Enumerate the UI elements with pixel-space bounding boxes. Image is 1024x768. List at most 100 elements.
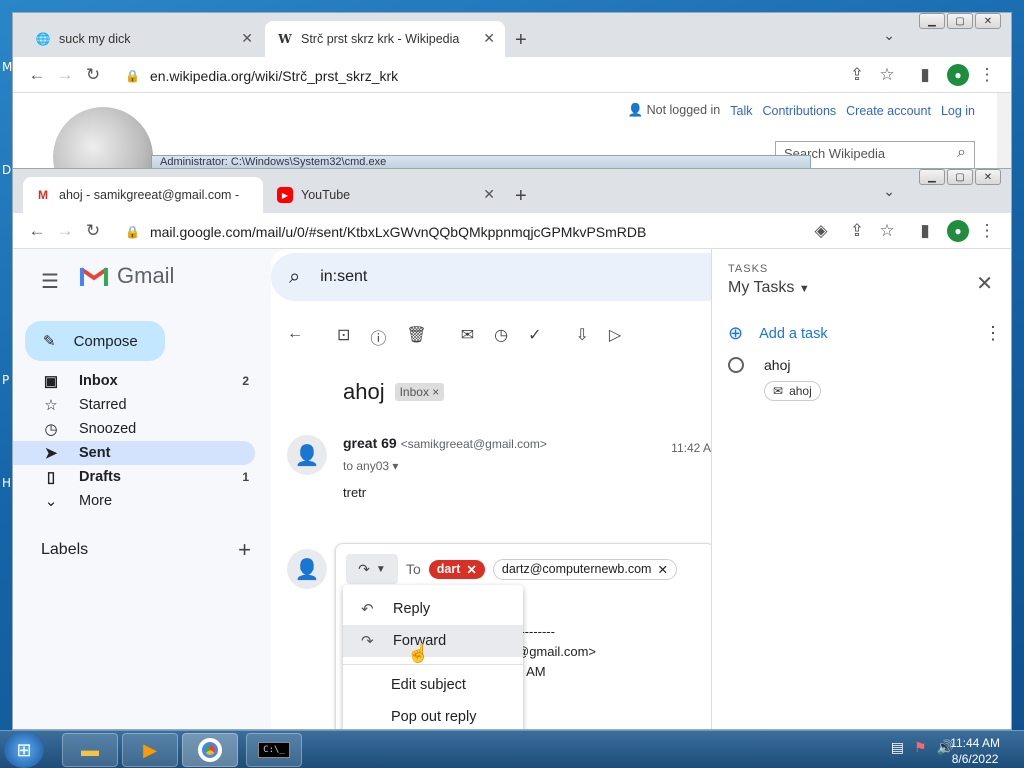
nav-item-snoozed[interactable]: ◷ Snoozed <box>13 417 255 441</box>
response-type-button[interactable]: ↷ ▼ <box>346 554 398 584</box>
menu-item-forward[interactable]: ↷ Forward <box>343 625 523 657</box>
back-arrow-icon[interactable]: ← <box>287 325 303 349</box>
inbox-label-chip[interactable]: Inbox × <box>394 383 445 401</box>
move-to-icon[interactable]: ⇩ <box>576 325 589 349</box>
tab-gmail[interactable]: M ahoj - samikgreeat@gmail.com - <box>23 177 263 213</box>
delete-icon[interactable]: 🗑 <box>406 325 426 349</box>
task-complete-checkbox[interactable] <box>728 357 744 373</box>
maximize-button[interactable]: ▢ <box>947 169 973 185</box>
reload-icon[interactable]: ↻ <box>79 221 107 241</box>
taskbar-explorer[interactable]: ▬ <box>62 733 118 767</box>
recipient-chip[interactable]: dartz@computernewb.com ✕ <box>492 558 677 580</box>
close-tab-icon[interactable]: ✕ <box>483 30 495 47</box>
nav-item-starred[interactable]: ☆ Starred <box>13 393 255 417</box>
search-icon[interactable]: ⌕ <box>957 144 966 162</box>
share-icon[interactable]: ⇪ <box>843 65 871 85</box>
menu-icon[interactable]: ⋮ <box>973 221 1001 241</box>
remove-recipient-icon[interactable]: ✕ <box>657 562 667 577</box>
new-tab-button[interactable]: + <box>515 185 527 208</box>
mail-search-input[interactable]: ⌕ in:sent <box>271 253 711 301</box>
nav-item-sent[interactable]: ➤ Sent <box>13 441 255 465</box>
profile-avatar[interactable]: ● <box>947 219 969 242</box>
menu-item-reply[interactable]: ↶ Reply <box>343 593 523 625</box>
lock-icon: 🔒 <box>125 224 140 239</box>
gmail-logo[interactable]: Gmail <box>79 263 174 289</box>
message-body: tretr <box>343 485 367 500</box>
bookmark-star-icon[interactable]: ☆ <box>873 221 901 241</box>
nav-item-drafts[interactable]: ▯ Drafts 1 <box>13 465 255 489</box>
action-center-icon[interactable]: ⚑ <box>914 739 927 756</box>
taskbar-chrome[interactable] <box>182 733 238 767</box>
tab-wikipedia[interactable]: W Strč prst skrz krk - Wikipedia ✕ <box>265 21 505 57</box>
search-icon[interactable]: ⌕ <box>289 266 300 289</box>
recipient-chip[interactable]: dart ✕ <box>428 559 485 579</box>
chip-label: Inbox <box>399 385 429 399</box>
tab-search-icon[interactable]: ⌄ <box>883 27 895 44</box>
browser-toolbar: ← → ↻ 🔒 en.wikipedia.org/wiki/Strč_prst_… <box>13 57 1011 93</box>
archive-icon[interactable]: ⊡ <box>337 325 350 349</box>
bookmark-star-icon[interactable]: ☆ <box>873 65 901 85</box>
mark-unread-icon[interactable]: ✉ <box>461 325 474 349</box>
main-menu-icon[interactable]: ☰ <box>41 269 59 294</box>
more-options-icon[interactable]: ⋮ <box>984 323 1002 344</box>
close-tab-icon[interactable]: ✕ <box>241 30 253 47</box>
start-button[interactable]: ⊞ <box>4 732 44 768</box>
compose-button[interactable]: ✎ Compose <box>25 321 165 361</box>
reload-icon[interactable]: ↻ <box>79 65 107 85</box>
new-tab-button[interactable]: + <box>515 29 527 52</box>
side-panel-icon[interactable]: ▮ <box>911 221 939 241</box>
network-icon[interactable]: ▤ <box>891 739 904 756</box>
forward-icon[interactable]: → <box>51 221 79 241</box>
back-icon[interactable]: ← <box>23 65 51 85</box>
forward-icon[interactable]: → <box>51 65 79 85</box>
add-task-button[interactable]: ⊕ Add a task ⋮ <box>728 323 1002 344</box>
address-bar[interactable]: 🔒 mail.google.com/mail/u/0/#sent/KtbxLxG… <box>125 218 821 245</box>
log-in-link[interactable]: Log in <box>941 104 975 118</box>
minimize-button[interactable]: ▁ <box>919 169 945 185</box>
share-icon[interactable]: ⇪ <box>843 221 871 241</box>
add-task-icon: ⊕ <box>728 323 744 343</box>
tracking-protection-icon[interactable]: ◈ <box>807 221 835 241</box>
snooze-icon[interactable]: ◷ <box>494 325 508 349</box>
tab-search-icon[interactable]: ⌄ <box>883 183 895 200</box>
report-spam-icon[interactable]: ⓘ <box>370 325 386 349</box>
close-window-button[interactable]: ✕ <box>975 13 1001 29</box>
message-time: 11:42 A <box>671 441 711 455</box>
nav-item-inbox[interactable]: ▣ Inbox 2 <box>13 369 255 393</box>
menu-icon[interactable]: ⋮ <box>973 65 1001 85</box>
task-email-link-chip[interactable]: ✉ ahoj <box>764 381 821 401</box>
back-icon[interactable]: ← <box>23 221 51 241</box>
address-bar[interactable]: 🔒 en.wikipedia.org/wiki/Strč_prst_skrz_k… <box>125 62 871 89</box>
close-tab-icon[interactable]: ✕ <box>483 186 495 203</box>
clock[interactable]: 11:44 AM 8/6/2022 <box>950 735 1000 767</box>
task-item[interactable]: ahoj <box>728 357 790 373</box>
wikipedia-globe-logo <box>53 107 153 171</box>
close-icon[interactable]: ✕ <box>976 271 993 296</box>
tab-youtube[interactable]: ▶ YouTube ✕ <box>265 177 505 213</box>
label-icon[interactable]: ▷ <box>609 325 621 349</box>
tab-unnamed[interactable]: 🌐 suck my dick ✕ <box>23 21 263 57</box>
talk-link[interactable]: Talk <box>730 104 752 118</box>
task-list-selector[interactable]: My Tasks ▼ <box>728 279 810 297</box>
recipients-summary[interactable]: to any03 ▾ <box>343 459 398 473</box>
taskbar-cmd[interactable]: C:\_ <box>246 733 302 767</box>
side-panel-icon[interactable]: ▮ <box>911 65 939 85</box>
dropdown-arrow-icon: ▼ <box>375 563 386 575</box>
nav-item-more[interactable]: ⌄ More <box>13 489 255 513</box>
add-label-icon[interactable]: + <box>238 537 251 563</box>
maximize-button[interactable]: ▢ <box>947 13 973 29</box>
profile-avatar[interactable]: ● <box>947 63 969 86</box>
scrollbar[interactable] <box>997 93 1011 171</box>
nav-count: 1 <box>242 470 249 484</box>
menu-item-pop-out-reply[interactable]: Pop out reply <box>343 701 523 729</box>
create-account-link[interactable]: Create account <box>846 104 931 118</box>
window-controls: ▁ ▢ ✕ <box>919 169 1001 185</box>
remove-recipient-icon[interactable]: ✕ <box>466 562 476 577</box>
menu-item-edit-subject[interactable]: Edit subject <box>343 669 523 701</box>
minimize-button[interactable]: ▁ <box>919 13 945 29</box>
add-to-tasks-icon[interactable]: ✓ <box>528 325 541 349</box>
close-window-button[interactable]: ✕ <box>975 169 1001 185</box>
contributions-link[interactable]: Contributions <box>763 104 837 118</box>
sender-avatar: 👤 <box>287 435 327 475</box>
taskbar-media-player[interactable]: ▶ <box>122 733 178 767</box>
